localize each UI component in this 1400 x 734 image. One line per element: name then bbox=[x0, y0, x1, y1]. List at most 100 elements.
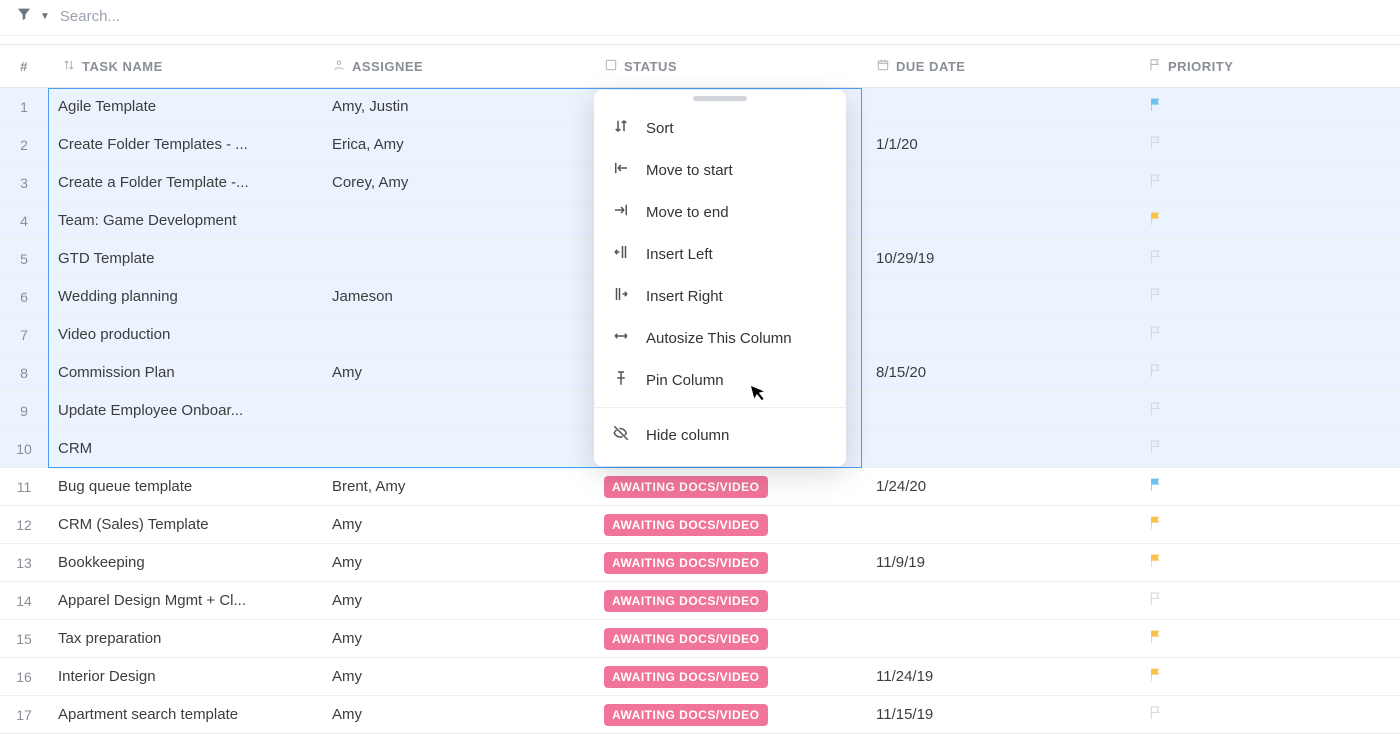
status-cell[interactable]: AWAITING DOCS/VIDEO bbox=[590, 590, 862, 612]
priority-flag-icon[interactable] bbox=[1148, 249, 1164, 269]
task-name-cell[interactable]: Wedding planning bbox=[48, 278, 318, 316]
priority-cell[interactable] bbox=[1134, 705, 1400, 725]
due-date-cell[interactable]: 8/15/20 bbox=[862, 364, 1134, 381]
menu-pin[interactable]: Pin Column bbox=[594, 359, 846, 401]
table-row[interactable]: 14 Apparel Design Mgmt + Cl... Amy AWAIT… bbox=[0, 582, 1400, 620]
assignee-cell[interactable]: Amy bbox=[318, 706, 590, 723]
menu-hide[interactable]: Hide column bbox=[594, 414, 846, 456]
assignee-cell[interactable]: Amy bbox=[318, 592, 590, 609]
due-date-cell[interactable]: 10/29/19 bbox=[862, 250, 1134, 267]
table-row[interactable]: 11 Bug queue template Brent, Amy AWAITIN… bbox=[0, 468, 1400, 506]
header-assignee[interactable]: ASSIGNEE bbox=[318, 58, 590, 75]
due-date-cell[interactable]: 1/24/20 bbox=[862, 478, 1134, 495]
search-input[interactable] bbox=[58, 7, 358, 26]
status-cell[interactable]: AWAITING DOCS/VIDEO bbox=[590, 476, 862, 498]
task-name-cell[interactable]: Create Folder Templates - ... bbox=[48, 126, 318, 164]
task-name-cell[interactable]: Bug queue template bbox=[48, 468, 318, 506]
priority-flag-icon[interactable] bbox=[1148, 363, 1164, 383]
priority-flag-icon[interactable] bbox=[1148, 667, 1164, 687]
table-row[interactable]: 15 Tax preparation Amy AWAITING DOCS/VID… bbox=[0, 620, 1400, 658]
priority-cell[interactable] bbox=[1134, 173, 1400, 193]
assignee-cell[interactable]: Amy bbox=[318, 630, 590, 647]
filter-icon[interactable] bbox=[16, 6, 32, 27]
priority-flag-icon[interactable] bbox=[1148, 173, 1164, 193]
menu-insert-right[interactable]: Insert Right bbox=[594, 275, 846, 317]
table-row[interactable]: 16 Interior Design Amy AWAITING DOCS/VID… bbox=[0, 658, 1400, 696]
priority-cell[interactable] bbox=[1134, 477, 1400, 497]
priority-flag-icon[interactable] bbox=[1148, 629, 1164, 649]
priority-flag-icon[interactable] bbox=[1148, 439, 1164, 459]
header-num[interactable]: # bbox=[0, 59, 48, 74]
priority-flag-icon[interactable] bbox=[1148, 135, 1164, 155]
task-name-cell[interactable]: Commission Plan bbox=[48, 354, 318, 392]
priority-cell[interactable] bbox=[1134, 363, 1400, 383]
priority-flag-icon[interactable] bbox=[1148, 705, 1164, 725]
header-due[interactable]: DUE DATE bbox=[862, 58, 1134, 75]
menu-sort[interactable]: Sort bbox=[594, 107, 846, 149]
priority-flag-icon[interactable] bbox=[1148, 97, 1164, 117]
menu-insert-left[interactable]: Insert Left bbox=[594, 233, 846, 275]
priority-flag-icon[interactable] bbox=[1148, 591, 1164, 611]
header-priority[interactable]: PRIORITY bbox=[1134, 58, 1400, 75]
task-name-cell[interactable]: Bookkeeping bbox=[48, 544, 318, 582]
menu-autosize[interactable]: Autosize This Column bbox=[594, 317, 846, 359]
task-name-cell[interactable]: Create a Folder Template -... bbox=[48, 164, 318, 202]
due-date-cell[interactable]: 11/15/19 bbox=[862, 706, 1134, 723]
priority-cell[interactable] bbox=[1134, 135, 1400, 155]
task-name-cell[interactable]: Video production bbox=[48, 316, 318, 354]
priority-cell[interactable] bbox=[1134, 211, 1400, 231]
priority-flag-icon[interactable] bbox=[1148, 553, 1164, 573]
due-date-cell[interactable]: 11/24/19 bbox=[862, 668, 1134, 685]
status-cell[interactable]: AWAITING DOCS/VIDEO bbox=[590, 514, 862, 536]
priority-flag-icon[interactable] bbox=[1148, 515, 1164, 535]
priority-cell[interactable] bbox=[1134, 97, 1400, 117]
status-cell[interactable]: AWAITING DOCS/VIDEO bbox=[590, 628, 862, 650]
task-name-cell[interactable]: Team: Game Development bbox=[48, 202, 318, 240]
priority-flag-icon[interactable] bbox=[1148, 287, 1164, 307]
task-name-cell[interactable]: Tax preparation bbox=[48, 620, 318, 658]
status-cell[interactable]: AWAITING DOCS/VIDEO bbox=[590, 704, 862, 726]
status-cell[interactable]: AWAITING DOCS/VIDEO bbox=[590, 666, 862, 688]
assignee-cell[interactable]: Amy bbox=[318, 554, 590, 571]
priority-flag-icon[interactable] bbox=[1148, 401, 1164, 421]
priority-cell[interactable] bbox=[1134, 629, 1400, 649]
assignee-cell[interactable]: Corey, Amy bbox=[318, 174, 590, 191]
table-row[interactable]: 17 Apartment search template Amy AWAITIN… bbox=[0, 696, 1400, 734]
drag-handle[interactable] bbox=[693, 96, 747, 101]
task-name-cell[interactable]: Update Employee Onboar... bbox=[48, 392, 318, 430]
priority-flag-icon[interactable] bbox=[1148, 211, 1164, 231]
due-date-cell[interactable]: 11/9/19 bbox=[862, 554, 1134, 571]
task-name-cell[interactable]: CRM (Sales) Template bbox=[48, 506, 318, 544]
status-cell[interactable]: AWAITING DOCS/VIDEO bbox=[590, 552, 862, 574]
header-task[interactable]: TASK NAME bbox=[48, 58, 318, 75]
header-status[interactable]: STATUS bbox=[590, 58, 862, 75]
priority-cell[interactable] bbox=[1134, 439, 1400, 459]
task-name-cell[interactable]: Agile Template bbox=[48, 88, 318, 126]
assignee-cell[interactable]: Erica, Amy bbox=[318, 136, 590, 153]
menu-move-end[interactable]: Move to end bbox=[594, 191, 846, 233]
assignee-cell[interactable]: Jameson bbox=[318, 288, 590, 305]
menu-move-start[interactable]: Move to start bbox=[594, 149, 846, 191]
priority-cell[interactable] bbox=[1134, 325, 1400, 345]
assignee-cell[interactable]: Amy bbox=[318, 668, 590, 685]
priority-flag-icon[interactable] bbox=[1148, 325, 1164, 345]
assignee-cell[interactable]: Brent, Amy bbox=[318, 478, 590, 495]
task-name-cell[interactable]: Apparel Design Mgmt + Cl... bbox=[48, 582, 318, 620]
priority-cell[interactable] bbox=[1134, 667, 1400, 687]
priority-cell[interactable] bbox=[1134, 591, 1400, 611]
priority-cell[interactable] bbox=[1134, 553, 1400, 573]
due-date-cell[interactable]: 1/1/20 bbox=[862, 136, 1134, 153]
assignee-cell[interactable]: Amy bbox=[318, 516, 590, 533]
priority-flag-icon[interactable] bbox=[1148, 477, 1164, 497]
priority-cell[interactable] bbox=[1134, 401, 1400, 421]
task-name-cell[interactable]: Apartment search template bbox=[48, 696, 318, 734]
chevron-down-icon[interactable]: ▼ bbox=[40, 11, 50, 22]
assignee-cell[interactable]: Amy bbox=[318, 364, 590, 381]
assignee-cell[interactable]: Amy, Justin bbox=[318, 98, 590, 115]
task-name-cell[interactable]: GTD Template bbox=[48, 240, 318, 278]
priority-cell[interactable] bbox=[1134, 515, 1400, 535]
table-row[interactable]: 12 CRM (Sales) Template Amy AWAITING DOC… bbox=[0, 506, 1400, 544]
task-name-cell[interactable]: CRM bbox=[48, 430, 318, 468]
priority-cell[interactable] bbox=[1134, 249, 1400, 269]
priority-cell[interactable] bbox=[1134, 287, 1400, 307]
